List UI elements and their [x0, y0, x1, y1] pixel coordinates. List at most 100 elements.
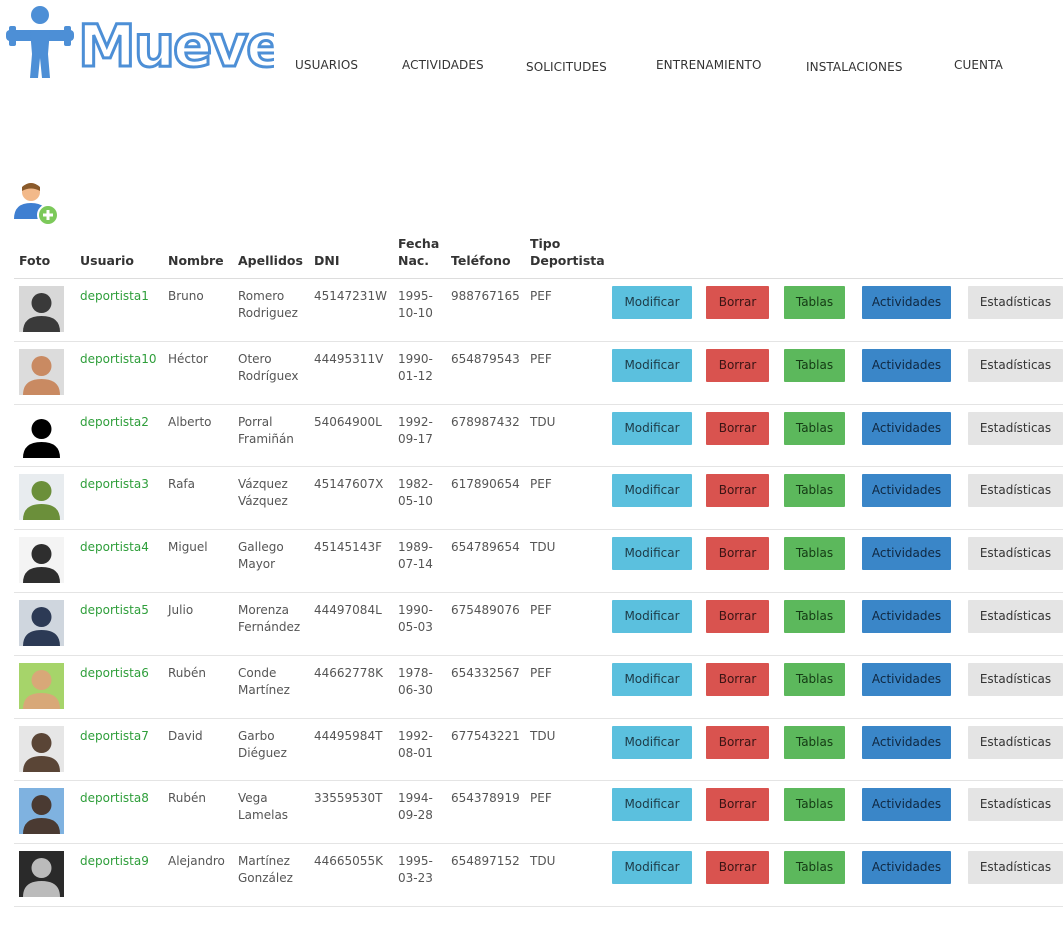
user-link[interactable]: deportista10: [80, 351, 157, 368]
user-link[interactable]: deportista7: [80, 728, 149, 745]
tablas-button[interactable]: Tablas: [784, 537, 845, 571]
header-telefono: Teléfono: [451, 253, 511, 268]
borrar-button[interactable]: Borrar: [706, 537, 769, 571]
tablas-button[interactable]: Tablas: [784, 662, 845, 696]
header-fecha-line1: Fecha: [398, 236, 440, 251]
modificar-button[interactable]: Modificar: [612, 725, 692, 759]
user-link[interactable]: deportista9: [80, 853, 149, 870]
tablas-button[interactable]: Tablas: [784, 851, 845, 885]
actividades-button[interactable]: Actividades: [862, 411, 951, 445]
modificar-button[interactable]: Modificar: [612, 411, 692, 445]
estadisticas-button[interactable]: Estadísticas: [968, 851, 1063, 885]
cell-tipo: TDU: [530, 728, 556, 743]
cell-fecha-line1: 1994-: [398, 791, 433, 806]
cell-fecha: 1982- 05-10: [398, 476, 433, 510]
cell-fecha-line2: 05-03: [398, 619, 433, 634]
modificar-button[interactable]: Modificar: [612, 537, 692, 571]
table-body: deportista1 Bruno Romero Rodriguez 45147231W…: [14, 279, 1063, 907]
user-link[interactable]: deportista4: [80, 539, 149, 556]
borrar-button[interactable]: Borrar: [706, 725, 769, 759]
cell-tipo: PEF: [530, 791, 552, 806]
actividades-button[interactable]: Actividades: [862, 599, 951, 633]
add-user-icon[interactable]: [12, 181, 60, 227]
cell-dni: 33559530T: [314, 791, 383, 806]
cell-nombre: Alejandro: [168, 854, 225, 869]
cell-apellidos: Garbo Diéguez: [238, 728, 287, 762]
actividades-button[interactable]: Actividades: [862, 348, 951, 382]
modificar-button[interactable]: Modificar: [612, 851, 692, 885]
borrar-button[interactable]: Borrar: [706, 474, 769, 508]
tablas-button[interactable]: Tablas: [784, 474, 845, 508]
tablas-button[interactable]: Tablas: [784, 788, 845, 822]
cell-fecha: 1990- 05-03: [398, 602, 433, 636]
tablas-button[interactable]: Tablas: [784, 348, 845, 382]
cell-nombre: Miguel: [168, 540, 208, 555]
cell-fecha-line2: 07-14: [398, 557, 433, 572]
nav-entrenamiento[interactable]: ENTRENAMIENTO: [656, 58, 762, 72]
modificar-button[interactable]: Modificar: [612, 599, 692, 633]
estadisticas-button[interactable]: Estadísticas: [968, 348, 1063, 382]
estadisticas-button[interactable]: Estadísticas: [968, 286, 1063, 319]
cell-dni: 44495984T: [314, 728, 383, 743]
nav-cuenta[interactable]: CUENTA: [954, 58, 1003, 72]
cell-apellidos: Vega Lamelas: [238, 790, 288, 824]
cell-tipo: PEF: [530, 665, 552, 680]
borrar-button[interactable]: Borrar: [706, 662, 769, 696]
borrar-button[interactable]: Borrar: [706, 411, 769, 445]
actividades-button[interactable]: Actividades: [862, 474, 951, 508]
user-photo: [19, 599, 64, 646]
estadisticas-button[interactable]: Estadísticas: [968, 537, 1063, 571]
cell-nombre: Bruno: [168, 289, 204, 303]
cell-apellidos: Otero Rodríguex: [238, 351, 299, 385]
tablas-button[interactable]: Tablas: [784, 411, 845, 445]
cell-fecha-line1: 1995-: [398, 854, 433, 869]
tablas-button[interactable]: Tablas: [784, 286, 845, 319]
actividades-button[interactable]: Actividades: [862, 537, 951, 571]
cell-nombre: David: [168, 728, 203, 743]
nav-usuarios[interactable]: USUARIOS: [295, 58, 358, 72]
estadisticas-button[interactable]: Estadísticas: [968, 788, 1063, 822]
modificar-button[interactable]: Modificar: [612, 348, 692, 382]
borrar-button[interactable]: Borrar: [706, 286, 769, 319]
borrar-button[interactable]: Borrar: [706, 348, 769, 382]
actividades-button[interactable]: Actividades: [862, 851, 951, 885]
cell-apellidos: Vázquez Vázquez: [238, 476, 288, 510]
cell-fecha-line1: 1978-: [398, 665, 433, 680]
estadisticas-button[interactable]: Estadísticas: [968, 474, 1063, 508]
borrar-button[interactable]: Borrar: [706, 788, 769, 822]
estadisticas-button[interactable]: Estadísticas: [968, 411, 1063, 445]
estadisticas-button[interactable]: Estadísticas: [968, 599, 1063, 633]
nav-solicitudes[interactable]: SOLICITUDES: [526, 60, 607, 74]
actividades-button[interactable]: Actividades: [862, 662, 951, 696]
user-link[interactable]: deportista3: [80, 476, 149, 493]
user-link[interactable]: deportista5: [80, 602, 149, 619]
user-link[interactable]: deportista2: [80, 414, 149, 431]
borrar-button[interactable]: Borrar: [706, 599, 769, 633]
cell-fecha-line1: 1982-: [398, 477, 433, 492]
cell-apellido1: Gallego: [238, 540, 284, 555]
actividades-button[interactable]: Actividades: [862, 286, 951, 319]
cell-fecha-line2: 09-17: [398, 431, 433, 446]
user-link[interactable]: deportista6: [80, 665, 149, 682]
user-photo: [19, 725, 64, 772]
cell-telefono: 654897152: [451, 854, 520, 869]
actividades-button[interactable]: Actividades: [862, 725, 951, 759]
modificar-button[interactable]: Modificar: [612, 474, 692, 508]
user-link[interactable]: deportista8: [80, 790, 149, 807]
estadisticas-button[interactable]: Estadísticas: [968, 725, 1063, 759]
actividades-button[interactable]: Actividades: [862, 788, 951, 822]
borrar-button[interactable]: Borrar: [706, 851, 769, 885]
modificar-button[interactable]: Modificar: [612, 286, 692, 319]
modificar-button[interactable]: Modificar: [612, 662, 692, 696]
table-row: deportista7 David Garbo Diéguez 44495984T 199…: [14, 719, 1063, 782]
nav-instalaciones[interactable]: INSTALACIONES: [806, 60, 903, 74]
tablas-button[interactable]: Tablas: [784, 599, 845, 633]
user-link[interactable]: deportista1: [80, 288, 149, 305]
tablas-button[interactable]: Tablas: [784, 725, 845, 759]
modificar-button[interactable]: Modificar: [612, 788, 692, 822]
nav-actividades[interactable]: ACTIVIDADES: [402, 58, 484, 72]
cell-apellidos: Romero Rodriguez: [238, 288, 298, 322]
estadisticas-button[interactable]: Estadísticas: [968, 662, 1063, 696]
cell-fecha-line2: 09-28: [398, 808, 433, 823]
cell-dni: 44497084L: [314, 602, 382, 617]
